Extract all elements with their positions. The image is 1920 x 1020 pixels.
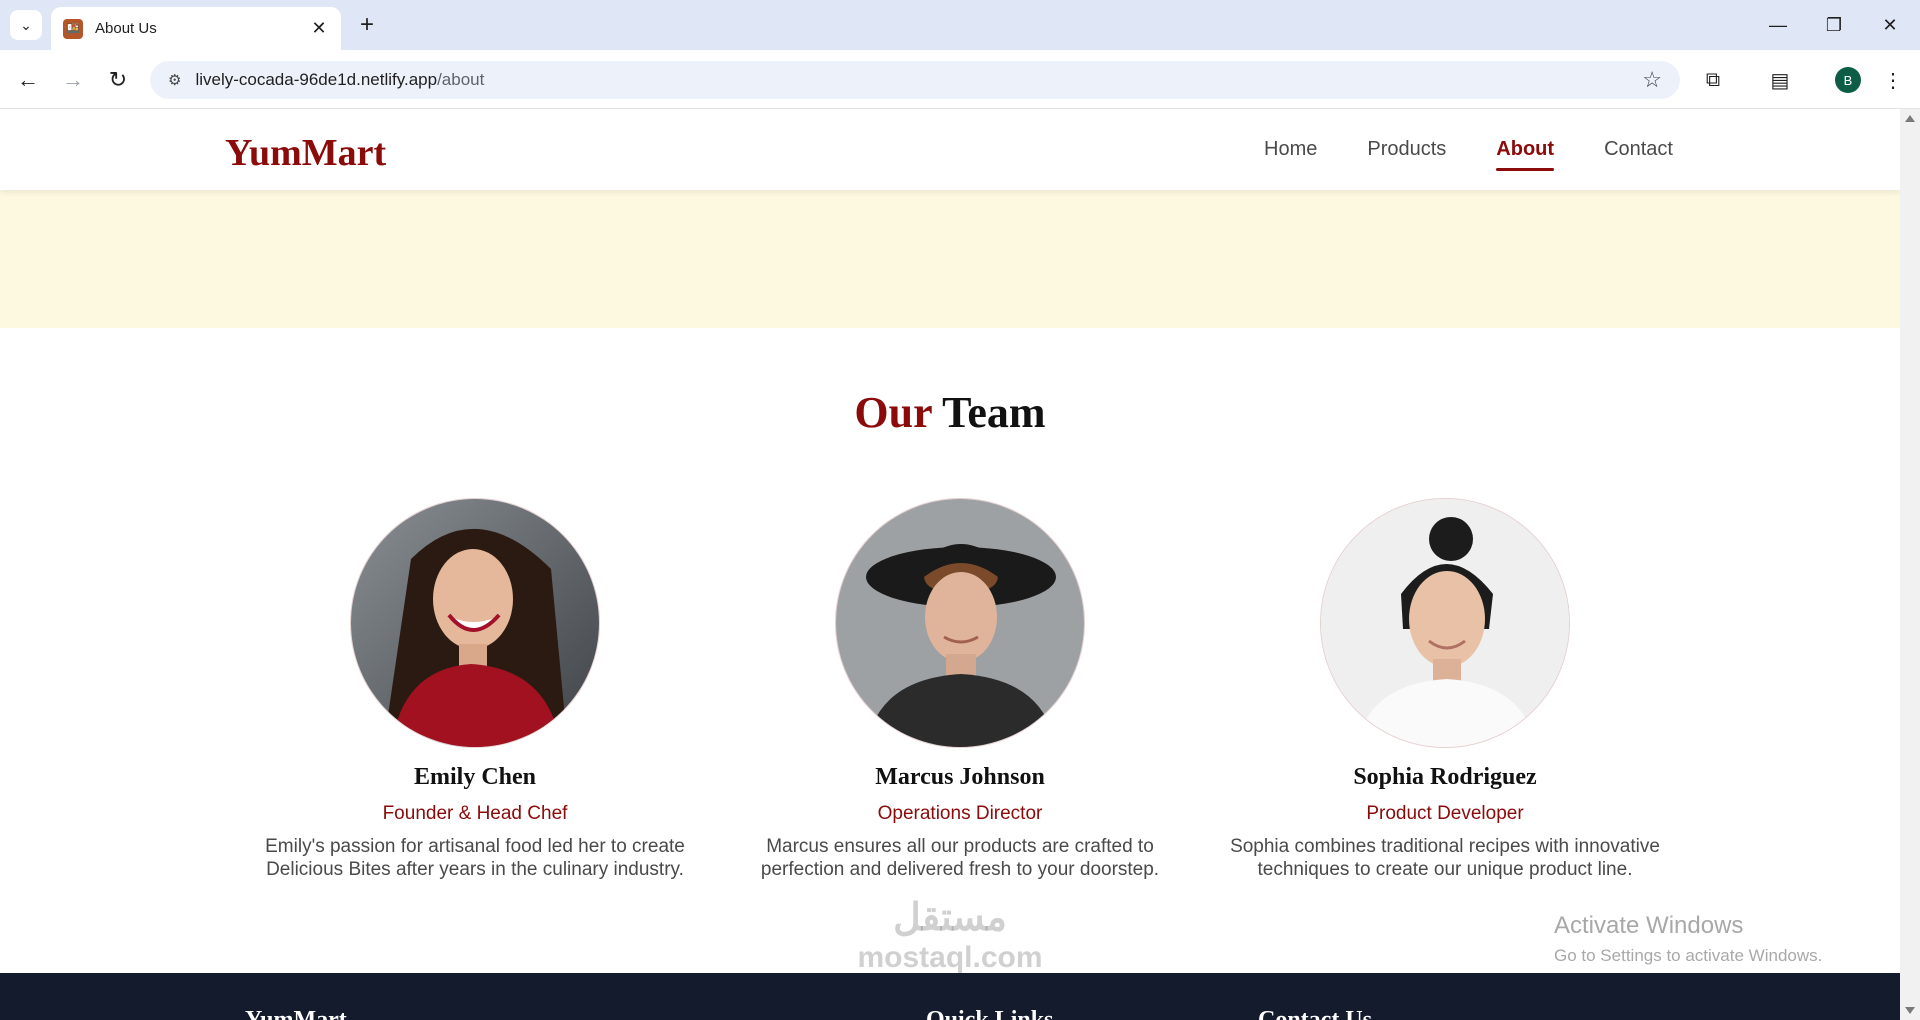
hero-band (0, 190, 1900, 328)
team-member-card: Marcus Johnson Operations Director Marcu… (720, 498, 1200, 881)
mostaql-watermark: مستقل mostaql.com (830, 895, 1070, 975)
site-header: YumMart Home Products About Contact (0, 109, 1900, 190)
team-member-role: Product Developer (1366, 803, 1524, 824)
minimize-icon: — (1769, 14, 1787, 35)
watermark-latin: mostaql.com (857, 941, 1043, 974)
team-member-bio: Sophia combines traditional recipes with… (1230, 836, 1660, 880)
activate-title: Activate Windows (1554, 912, 1744, 939)
arrow-left-icon: ← (17, 67, 39, 92)
close-icon[interactable]: ✕ (309, 18, 329, 39)
page-viewport: YumMart Home Products About Contact Our … (0, 109, 1900, 1020)
main-nav: Home Products About Contact (1264, 109, 1673, 190)
menu-kebab-icon[interactable]: ⋮ (1876, 63, 1910, 97)
bookmark-star-icon[interactable]: ☆ (1642, 67, 1662, 93)
footer-heading-quick-links: Quick Links (926, 1007, 1054, 1020)
team-title-accent: Our (854, 388, 932, 437)
team-title-rest: Team (942, 388, 1046, 437)
reload-button[interactable]: ↻ (100, 62, 136, 98)
team-member-role: Founder & Head Chef (382, 803, 568, 824)
team-member-role: Operations Director (877, 803, 1043, 824)
footer-heading-contact: Contact Us (1258, 1007, 1372, 1020)
team-member-photo (1320, 498, 1570, 748)
scroll-down-icon[interactable] (1905, 1007, 1915, 1014)
address-bar[interactable]: ⚙ lively-cocada-96de1d.netlify.app /abou… (150, 61, 1680, 99)
team-member-card: Sophia Rodriguez Product Developer Sophi… (1205, 498, 1685, 881)
nav-contact[interactable]: Contact (1604, 132, 1673, 167)
team-member-photo (350, 498, 600, 748)
nav-products[interactable]: Products (1367, 132, 1446, 167)
profile-avatar[interactable]: B (1835, 67, 1861, 93)
restore-icon: ❐ (1825, 14, 1843, 35)
extensions-icon[interactable]: ⧉ (1696, 63, 1730, 97)
site-logo[interactable]: YumMart (225, 131, 386, 175)
url-path: /about (437, 70, 485, 89)
scroll-up-icon[interactable] (1905, 115, 1915, 122)
browser-tab-strip: ⌄ 🍱 About Us ✕ + — ❐ ✕ (0, 0, 1920, 50)
reading-mode-icon[interactable]: ▤ (1763, 63, 1797, 97)
site-footer: YumMart Quick Links Contact Us (0, 973, 1900, 1020)
plus-icon: + (359, 11, 374, 38)
site-settings-icon[interactable]: ⚙ (168, 71, 181, 89)
browser-tab-active[interactable]: 🍱 About Us ✕ (51, 7, 341, 50)
watermark-arabic: مستقل (893, 897, 1007, 939)
minimize-button[interactable]: — (1750, 0, 1806, 50)
activate-subtitle: Go to Settings to activate Windows. (1554, 946, 1823, 965)
tab-search-button[interactable]: ⌄ (10, 10, 42, 40)
restore-button[interactable]: ❐ (1806, 0, 1862, 50)
nav-about[interactable]: About (1496, 132, 1554, 171)
team-member-name: Emily Chen (413, 764, 536, 790)
url-host: lively-cocada-96de1d.netlify.app (195, 70, 438, 89)
arrow-right-icon: → (62, 67, 84, 92)
team-member-name: Marcus Johnson (875, 764, 1045, 790)
close-window-button[interactable]: ✕ (1862, 0, 1918, 50)
nav-home[interactable]: Home (1264, 132, 1317, 167)
chevron-down-icon: ⌄ (20, 16, 32, 33)
portrait-sophia-image (1321, 499, 1569, 747)
team-section-title: Our Team (0, 387, 1900, 438)
new-tab-button[interactable]: + (352, 10, 382, 40)
footer-heading-brand: YumMart (245, 1007, 347, 1020)
favicon-icon: 🍱 (63, 18, 83, 39)
browser-toolbar: ← → ↻ ⚙ lively-cocada-96de1d.netlify.app… (0, 50, 1920, 109)
portrait-emily-image (351, 499, 599, 747)
team-member-name: Sophia Rodriguez (1353, 764, 1537, 790)
forward-button[interactable]: → (55, 62, 91, 98)
tab-title: About Us (95, 20, 157, 37)
close-icon: ✕ (1882, 14, 1898, 35)
team-member-card: Emily Chen Founder & Head Chef Emily's p… (235, 498, 715, 881)
team-member-photo (835, 498, 1085, 748)
team-member-bio: Emily's passion for artisanal food led h… (265, 836, 685, 880)
reload-icon: ↻ (108, 67, 128, 92)
team-member-bio: Marcus ensures all our products are craf… (760, 836, 1160, 880)
activate-windows-notice: Activate Windows Go to Settings to activ… (1554, 912, 1822, 966)
page-scrollbar[interactable] (1900, 109, 1920, 1020)
portrait-marcus-image (836, 499, 1084, 747)
back-button[interactable]: ← (10, 62, 46, 98)
